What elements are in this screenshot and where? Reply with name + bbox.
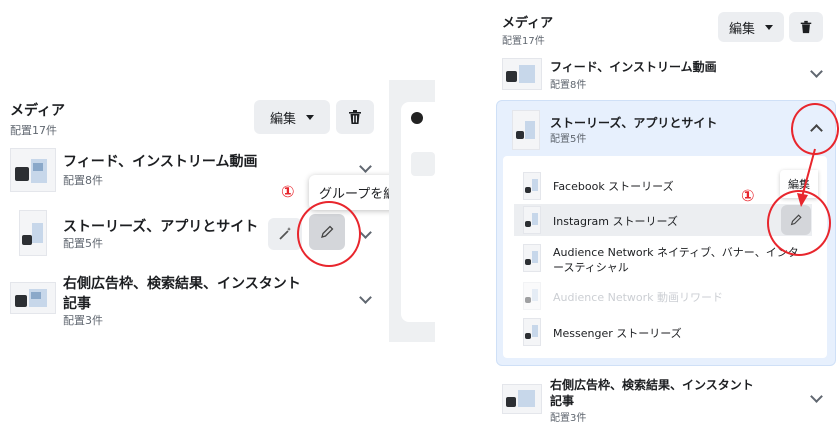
row-title-line2: 記事	[550, 394, 575, 408]
row-title: フィード、インストリーム動画	[63, 154, 258, 170]
edit-label: 編集	[269, 111, 296, 127]
magic-wand-icon	[279, 227, 291, 240]
thumbnail	[523, 318, 541, 346]
row-count: 配置8件	[550, 80, 587, 91]
subitem-label: Instagram ストーリーズ	[553, 215, 678, 228]
media-count: 配置17件	[10, 124, 57, 137]
preview-image	[411, 152, 435, 176]
chevron-down-icon[interactable]	[810, 390, 823, 403]
thumbnail	[523, 282, 541, 310]
caret-down-icon	[765, 24, 773, 30]
row-title: ストーリーズ、アプリとサイト	[550, 116, 718, 130]
edit-dropdown-button[interactable]: 編集	[254, 100, 330, 134]
subitem-label: Audience Network 動画リワード	[553, 291, 724, 304]
chevron-down-icon[interactable]	[810, 65, 823, 78]
row-count: 配置5件	[550, 134, 587, 145]
thumbnail	[523, 172, 541, 200]
annotation-number: ①	[281, 182, 295, 201]
delete-button[interactable]	[336, 100, 374, 134]
thumbnail	[512, 110, 540, 150]
media-title: メディア	[502, 16, 554, 31]
trash-icon	[800, 20, 812, 34]
subitem-label: Audience Network ネイティブ、バナー、インタ	[553, 246, 799, 259]
annotation-arrow	[797, 148, 816, 207]
row-title: 右側広告枠、検索結果、インスタント	[63, 276, 301, 292]
edit-dropdown-button[interactable]: 編集	[718, 12, 784, 42]
row-title: フィード、インストリーム動画	[550, 60, 717, 74]
thumbnail	[523, 206, 541, 234]
thumbnail	[19, 210, 47, 256]
row-count: 配置3件	[63, 314, 103, 327]
thumbnail	[502, 384, 542, 414]
row-title: ストーリーズ、アプリとサイト	[63, 219, 259, 235]
row-count: 配置8件	[63, 174, 103, 187]
media-title: メディア	[10, 103, 66, 119]
row-count: 配置5件	[63, 237, 103, 250]
row-title-line2: 記事	[63, 296, 91, 312]
chevron-down-icon[interactable]	[359, 160, 372, 173]
chevron-down-icon[interactable]	[359, 226, 372, 239]
edit-label: 編集	[728, 21, 755, 37]
annotation-number: ①	[741, 186, 755, 205]
row-title: 右側広告枠、検索結果、インスタント	[550, 378, 754, 392]
chevron-down-icon[interactable]	[359, 291, 372, 304]
thumbnail	[502, 58, 542, 90]
subitem-label-line2: ースティシャル	[553, 261, 629, 274]
media-count: 配置17件	[502, 36, 545, 47]
row-count: 配置3件	[550, 413, 587, 424]
preview-card	[401, 102, 435, 322]
annotation-circle	[297, 201, 361, 267]
caret-down-icon	[306, 114, 314, 120]
thumbnail	[10, 282, 56, 314]
preview-pane	[389, 80, 435, 342]
thumbnail	[523, 244, 541, 272]
trash-icon	[349, 110, 361, 124]
delete-button[interactable]	[789, 12, 823, 42]
preview-avatar	[411, 112, 423, 124]
subitem-label: Messenger ストーリーズ	[553, 327, 682, 340]
thumbnail	[10, 148, 56, 192]
subitem-label: Facebook ストーリーズ	[553, 180, 674, 193]
